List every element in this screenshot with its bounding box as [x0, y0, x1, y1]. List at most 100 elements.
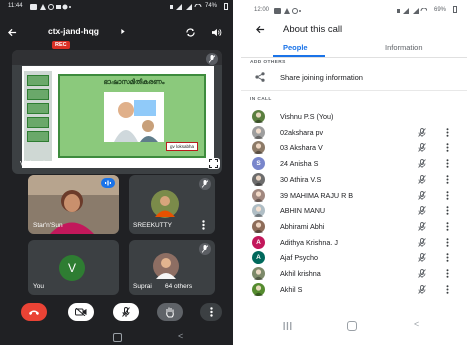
- participant-name: 24 Anisha S: [280, 159, 319, 169]
- home-nav-button[interactable]: [347, 321, 357, 331]
- participant-name: Star'n'Sun: [33, 222, 63, 229]
- more-options-icon[interactable]: [202, 220, 205, 230]
- meeting-code[interactable]: ctx-jand-hqg: [48, 26, 99, 36]
- share-label: Share joining information: [280, 73, 363, 82]
- slide-content: ഭാഷാസമിതികരണം gv loksabha: [58, 74, 206, 158]
- switch-camera-icon[interactable]: [185, 28, 196, 37]
- participant-name: Vishnu P.S (You): [280, 112, 334, 121]
- slide-thumbnail: [27, 117, 49, 128]
- participant-tile[interactable]: Star'n'Sun: [28, 175, 119, 234]
- participant-row[interactable]: Vishnu P.S (You): [241, 109, 467, 124]
- more-options-icon[interactable]: [446, 190, 449, 200]
- chevron-right-icon[interactable]: [121, 29, 125, 34]
- participant-row[interactable]: A Ajaf Psycho: [241, 250, 467, 265]
- slide-thumbnails: [24, 71, 52, 161]
- participant-row[interactable]: Abhirami Abhi: [241, 219, 467, 234]
- tab-divider: [241, 57, 467, 58]
- recents-nav-button[interactable]: [283, 322, 292, 330]
- slide-tag: gv loksabha: [165, 142, 198, 151]
- more-options-button[interactable]: [200, 303, 222, 321]
- tab-information[interactable]: Information: [385, 43, 423, 52]
- mic-off-icon: [418, 253, 426, 263]
- slide-thumbnail: [27, 131, 49, 142]
- participant-row[interactable]: ABHIN MANU: [241, 203, 467, 218]
- mic-off-icon: [418, 190, 426, 200]
- participant-name: You: [33, 283, 44, 290]
- participant-avatar: [149, 253, 183, 279]
- page-title: About this call: [283, 24, 343, 35]
- camera-off-button[interactable]: [68, 303, 94, 321]
- more-options-icon[interactable]: [446, 269, 449, 278]
- mic-off-icon: [199, 178, 211, 190]
- participant-avatar: A: [252, 251, 265, 265]
- others-tile[interactable]: Suprai 64 others: [129, 240, 215, 295]
- mic-off-icon: [418, 221, 426, 231]
- participant-avatar: [252, 172, 265, 186]
- participant-row[interactable]: Akhil S: [241, 282, 467, 297]
- participant-avatar: [252, 125, 265, 139]
- participant-row[interactable]: 03 Akshara V: [241, 140, 467, 155]
- participant-row[interactable]: 02akshara pv: [241, 125, 467, 140]
- self-avatar: V: [59, 255, 85, 281]
- back-nav-button[interactable]: <: [414, 319, 419, 329]
- speaker-icon[interactable]: [211, 28, 222, 37]
- tab-people[interactable]: People: [283, 43, 308, 52]
- participant-avatar: S: [252, 157, 265, 171]
- battery-icon: [224, 3, 228, 10]
- self-tile[interactable]: V You: [28, 240, 119, 295]
- presentation-tile[interactable]: ഭാഷാസമിതികരണം gv loksabha: [12, 50, 222, 174]
- more-options-icon[interactable]: [446, 174, 449, 184]
- meeting-screen: 11:44 74% ctx-jand-hqg REC ഭാഷാസമിതികരണം…: [0, 0, 233, 345]
- notification-icons: [274, 8, 302, 14]
- participant-avatar: [252, 282, 265, 296]
- mute-badge-icon: [206, 53, 218, 65]
- participant-row[interactable]: 30 Athira V.S: [241, 172, 467, 187]
- back-arrow-icon[interactable]: [8, 28, 17, 37]
- status-time: 11:44: [8, 3, 23, 9]
- participant-tile[interactable]: SREEKUTTY: [129, 175, 215, 234]
- participant-avatar: [252, 267, 265, 280]
- end-call-button[interactable]: [21, 303, 47, 321]
- participant-row[interactable]: 39 MAHIMA RAJU R B: [241, 188, 467, 203]
- home-nav-button[interactable]: [113, 333, 122, 342]
- participant-avatar: [252, 141, 265, 155]
- more-options-icon[interactable]: [446, 222, 449, 231]
- shared-slide: ഭാഷാസമിതികരണം gv loksabha: [22, 66, 214, 168]
- section-add-others: ADD OTHERS: [250, 60, 286, 65]
- mic-off-button[interactable]: [113, 303, 139, 321]
- participant-row[interactable]: A Adithya Krishna. J: [241, 235, 467, 250]
- more-options-icon[interactable]: [446, 206, 449, 215]
- fullscreen-button[interactable]: [207, 158, 220, 169]
- participant-name: 02akshara pv: [280, 127, 324, 137]
- mic-off-icon: [418, 269, 426, 278]
- share-joining-info-button[interactable]: Share joining information: [241, 68, 467, 86]
- battery-icon: [453, 6, 457, 13]
- more-options-icon[interactable]: [446, 253, 449, 263]
- participant-avatar: A: [252, 235, 265, 249]
- participant-name: Adithya Krishna. J: [280, 237, 338, 247]
- raise-hand-button[interactable]: [157, 303, 183, 321]
- more-options-icon[interactable]: [446, 237, 449, 247]
- participant-avatar: [252, 188, 265, 202]
- notification-icons: [30, 4, 72, 10]
- more-options-icon[interactable]: [446, 143, 449, 153]
- signal-icons: [397, 8, 427, 14]
- more-options-icon[interactable]: [446, 284, 449, 294]
- battery-level: 69%: [434, 7, 447, 13]
- system-nav-bar: <: [241, 318, 467, 345]
- participant-row[interactable]: Akhil krishna: [241, 266, 467, 281]
- participant-row[interactable]: S 24 Anisha S: [241, 156, 467, 171]
- slide-thumbnail: [27, 103, 49, 114]
- recording-badge: REC: [52, 41, 70, 49]
- back-nav-button[interactable]: <: [178, 331, 183, 341]
- mic-off-icon: [418, 159, 426, 169]
- mic-off-icon: [418, 127, 426, 137]
- participant-name: 30 Athira V.S: [280, 174, 322, 184]
- slide-title: ഭാഷാസമിതികരണം: [103, 79, 165, 86]
- back-arrow-icon[interactable]: [256, 25, 265, 34]
- mic-off-icon: [418, 174, 426, 184]
- more-options-icon[interactable]: [446, 127, 449, 137]
- participant-name: SREEKUTTY: [133, 222, 173, 229]
- section-divider: [241, 90, 467, 91]
- more-options-icon[interactable]: [446, 159, 449, 168]
